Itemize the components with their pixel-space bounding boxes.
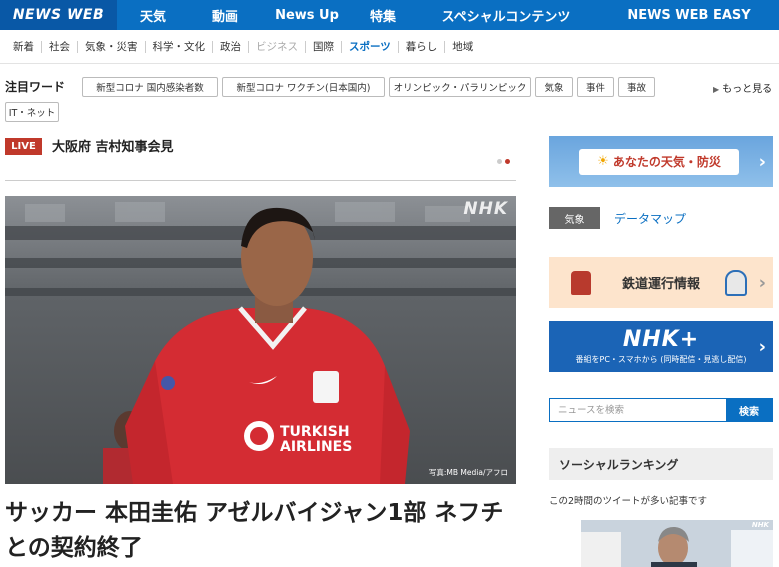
- tag-weather[interactable]: 気象: [535, 77, 573, 97]
- chevron-right-icon: ›: [758, 151, 766, 172]
- category-business[interactable]: ビジネス: [249, 40, 306, 53]
- live-title[interactable]: 大阪府 吉村知事会見: [52, 136, 174, 155]
- weather-banner[interactable]: ☀ あなたの天気・防災 ›: [549, 136, 773, 187]
- weather-badge: 気象: [549, 207, 600, 229]
- rail-banner[interactable]: 鉄道運行情報 ›: [549, 257, 773, 308]
- search-form: 検索: [549, 398, 773, 422]
- tag-accident[interactable]: 事故: [618, 77, 655, 97]
- carousel-dots: [497, 159, 510, 164]
- nav-news-web-easy[interactable]: NEWS WEB EASY: [599, 0, 779, 30]
- carousel-dot-active[interactable]: [505, 159, 510, 164]
- tag-olympics[interactable]: オリンピック・パラリンピック: [389, 77, 531, 97]
- category-living[interactable]: 暮らし: [399, 40, 446, 53]
- search-input[interactable]: [550, 399, 726, 421]
- nhkplus-subtitle: 番組をPC・スマホから (同時配信・見逃し配信): [575, 355, 747, 364]
- bullet-train-icon: [725, 270, 747, 296]
- social-ranking-header: ソーシャルランキング: [549, 448, 773, 480]
- category-regional[interactable]: 地域: [445, 41, 480, 53]
- more-label: もっと見る: [722, 84, 773, 95]
- triangle-right-icon: ▶: [713, 85, 720, 94]
- chevron-right-icon: ›: [758, 336, 766, 357]
- ranking-thumbnail-photo: [581, 520, 773, 567]
- category-politics[interactable]: 政治: [213, 40, 249, 53]
- tag-covid-vaccine[interactable]: 新型コロナ ワクチン(日本国内): [222, 77, 385, 97]
- carousel-dot[interactable]: [497, 159, 502, 164]
- nhk-watermark: NHK: [751, 521, 769, 529]
- nav-news-up[interactable]: News Up: [261, 0, 353, 30]
- category-weather-disaster[interactable]: 気象・災害: [78, 40, 146, 53]
- nav-features[interactable]: 特集: [353, 0, 413, 30]
- category-international[interactable]: 国際: [306, 40, 342, 53]
- more-link[interactable]: ▶ もっと見る: [713, 80, 772, 95]
- category-bar: 新着 社会 気象・災害 科学・文化 政治 ビジネス 国際 スポーツ 暮らし 地域: [0, 30, 779, 64]
- photo-credit: 写真:MB Media/アフロ: [428, 468, 508, 477]
- nav-special-content[interactable]: スペシャルコンテンツ: [413, 0, 599, 30]
- nhkplus-title: NHK+: [622, 327, 700, 352]
- hero-image[interactable]: NHK TURKISH AIRLINES 写真:MB Media/アフロ: [5, 196, 516, 484]
- tag-incident[interactable]: 事件: [577, 77, 614, 97]
- tag-it-net[interactable]: IT・ネット: [5, 102, 59, 122]
- nav-video[interactable]: 動画: [189, 0, 261, 30]
- chevron-right-icon: ›: [758, 272, 766, 293]
- player-photo: [5, 196, 516, 484]
- jersey-sponsor: TURKISH AIRLINES: [280, 424, 353, 455]
- data-map-link[interactable]: データマップ: [614, 210, 686, 227]
- article-headline[interactable]: サッカー 本田圭佑 アゼルバイジャン1部 ネフチとの契約終了: [5, 496, 517, 566]
- tag-covid-cases[interactable]: 新型コロナ 国内感染者数: [82, 77, 218, 97]
- nhkplus-banner[interactable]: NHK+ 番組をPC・スマホから (同時配信・見逃し配信) ›: [549, 321, 773, 372]
- social-ranking-subtitle: この2時間のツイートが多い記事です: [549, 496, 708, 507]
- nav-weather[interactable]: 天気: [117, 0, 189, 30]
- sun-cloud-icon: ☀: [597, 154, 609, 169]
- top-nav: NEWS WEB 天気 動画 News Up 特集 スペシャルコンテンツ NEW…: [0, 0, 779, 30]
- category-new[interactable]: 新着: [6, 40, 42, 53]
- weather-banner-label: あなたの天気・防災: [612, 155, 721, 169]
- weather-pill: ☀ あなたの天気・防災: [579, 148, 739, 175]
- category-sports[interactable]: スポーツ: [342, 40, 399, 53]
- category-society[interactable]: 社会: [42, 40, 78, 53]
- nhk-watermark: NHK: [463, 199, 508, 219]
- search-button[interactable]: 検索: [726, 399, 772, 421]
- divider: [5, 180, 516, 181]
- live-badge: LIVE: [5, 138, 42, 155]
- news-web-logo[interactable]: NEWS WEB: [0, 0, 117, 30]
- category-science-culture[interactable]: 科学・文化: [146, 40, 213, 53]
- attention-label: 注目ワード: [5, 80, 66, 94]
- ranking-thumbnail[interactable]: NHK: [581, 520, 773, 567]
